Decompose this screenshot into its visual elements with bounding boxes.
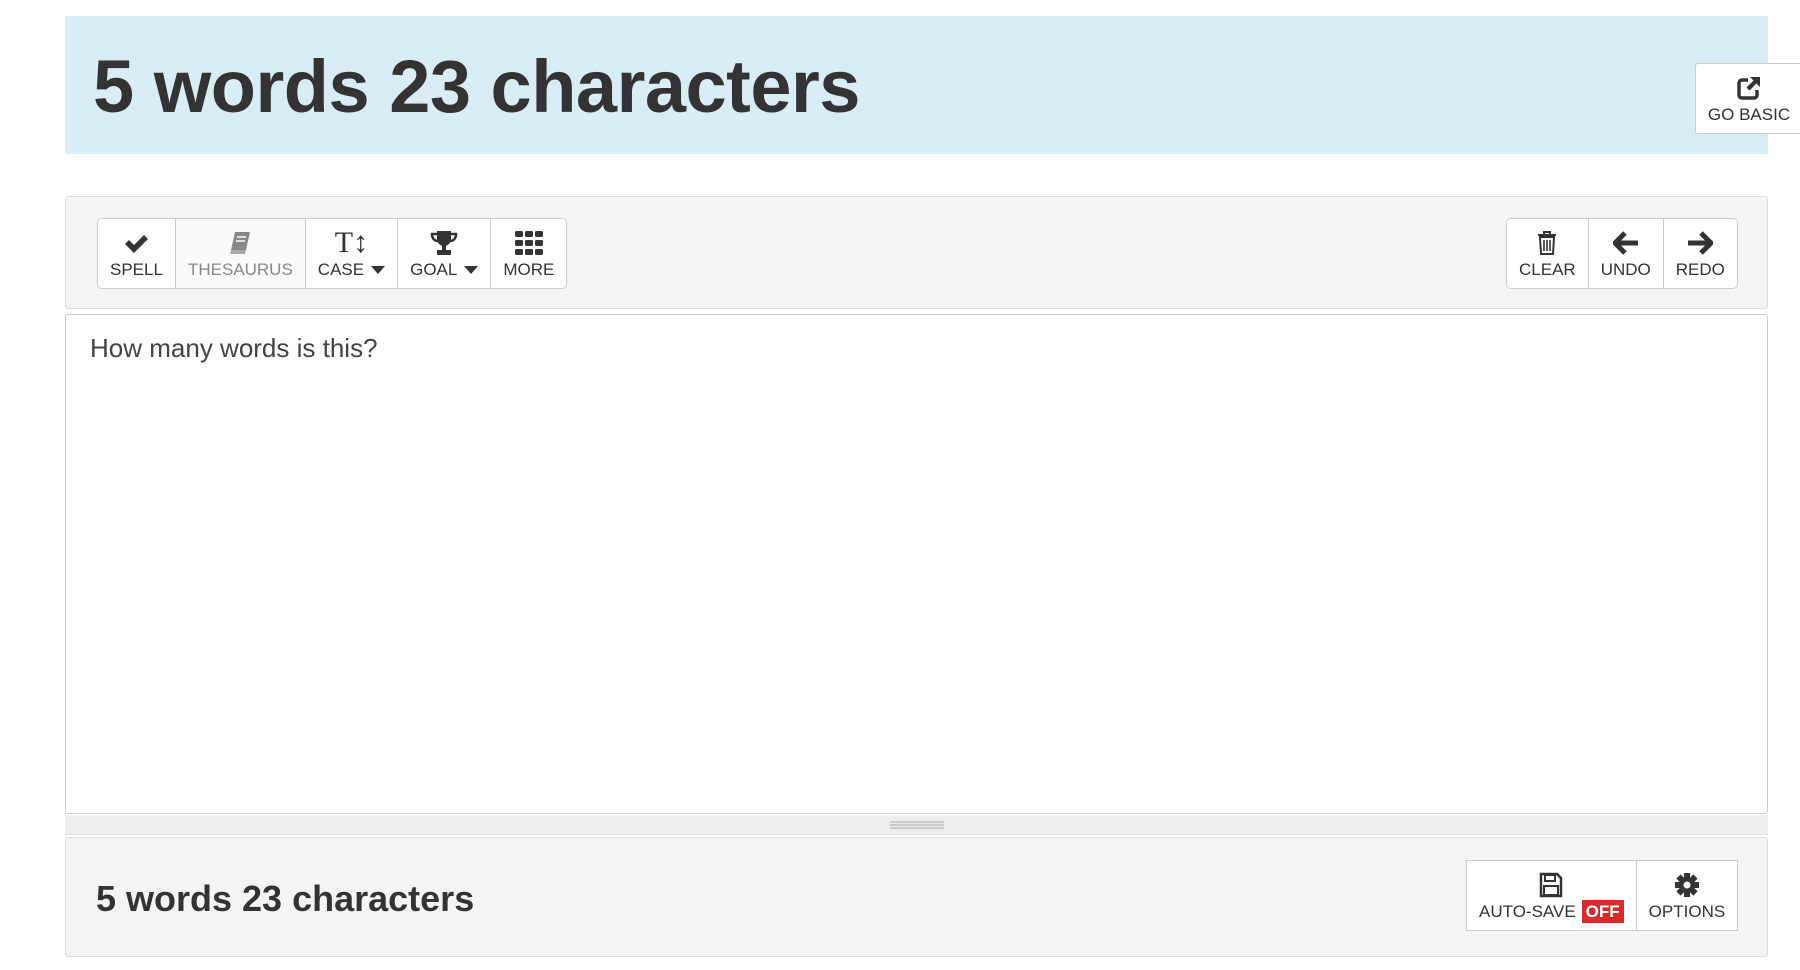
- case-label: CASE: [317, 259, 386, 280]
- book-icon: [227, 228, 253, 258]
- grip-icon[interactable]: [890, 821, 944, 829]
- auto-save-text: AUTO-SAVE: [1479, 901, 1576, 921]
- go-basic-label: GO BASIC: [1707, 104, 1791, 124]
- caret-down-icon: [464, 266, 479, 275]
- case-button[interactable]: T↕ CASE: [304, 219, 398, 288]
- caret-down-icon: [371, 266, 386, 275]
- goal-label: GOAL: [410, 259, 479, 280]
- goal-text: GOAL: [410, 259, 458, 279]
- text-height-icon: T↕: [334, 225, 369, 259]
- auto-save-label: AUTO-SAVE OFF: [1479, 899, 1624, 923]
- trophy-icon: [430, 228, 458, 258]
- more-button[interactable]: MORE: [490, 219, 567, 288]
- trash-icon: [1536, 228, 1558, 258]
- text-editor[interactable]: How many words is this?: [65, 314, 1768, 814]
- thesaurus-label: THESAURUS: [187, 259, 293, 279]
- header-banner: 5 words 23 characters GO BASIC: [65, 16, 1800, 154]
- spell-button[interactable]: SPELL: [98, 219, 175, 288]
- toolbar: SPELL THESAURUS T↕ CASE GOAL MORE CLEAR …: [65, 196, 1768, 309]
- external-link-icon: [1736, 73, 1762, 103]
- undo-button[interactable]: UNDO: [1587, 219, 1663, 288]
- footer-panel: 5 words 23 characters AUTO-SAVE OFF OPTIO…: [65, 837, 1768, 957]
- auto-save-status-badge: OFF: [1581, 899, 1624, 923]
- undo-label: UNDO: [1600, 259, 1651, 279]
- case-text: CASE: [317, 259, 365, 279]
- redo-button[interactable]: REDO: [1662, 219, 1737, 288]
- redo-label: REDO: [1675, 259, 1725, 279]
- thesaurus-button[interactable]: THESAURUS: [174, 219, 305, 288]
- editor-resize-handle[interactable]: [65, 815, 1768, 835]
- goal-button[interactable]: GOAL: [397, 219, 491, 288]
- footer-button-group: AUTO-SAVE OFF OPTIONS: [1466, 860, 1739, 931]
- clear-label: CLEAR: [1519, 259, 1576, 279]
- check-icon: [123, 228, 149, 258]
- spell-label: SPELL: [110, 259, 163, 279]
- clear-button[interactable]: CLEAR: [1507, 219, 1588, 288]
- options-button[interactable]: OPTIONS: [1635, 861, 1738, 930]
- options-label: OPTIONS: [1648, 901, 1726, 921]
- arrow-right-icon: [1687, 228, 1714, 258]
- floppy-disk-icon: [1539, 870, 1563, 900]
- gear-icon: [1674, 870, 1700, 900]
- footer-word-count: 5 words 23 characters: [96, 878, 475, 919]
- go-basic-button[interactable]: GO BASIC: [1695, 63, 1800, 134]
- toolbar-left-group: SPELL THESAURUS T↕ CASE GOAL MORE: [97, 218, 568, 289]
- page-title: 5 words 23 characters: [93, 45, 860, 128]
- auto-save-button[interactable]: AUTO-SAVE OFF: [1467, 861, 1636, 930]
- arrow-left-icon: [1612, 228, 1639, 258]
- more-label: MORE: [503, 259, 555, 279]
- toolbar-right-group: CLEAR UNDO REDO: [1506, 218, 1738, 289]
- grid-icon: [514, 228, 543, 258]
